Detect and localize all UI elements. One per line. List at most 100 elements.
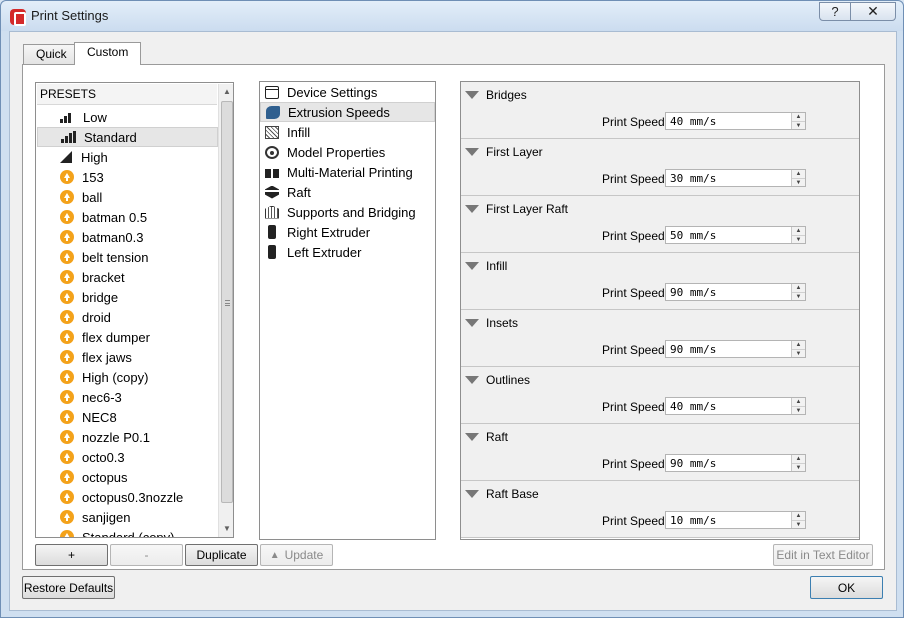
preset-item[interactable]: ball xyxy=(37,187,218,207)
print-speed-value[interactable]: 30 mm/s xyxy=(670,172,716,185)
spin-buttons[interactable]: ▲ ▼ xyxy=(791,455,805,471)
spin-up-icon[interactable]: ▲ xyxy=(792,398,805,406)
spin-up-icon[interactable]: ▲ xyxy=(792,512,805,520)
spin-buttons[interactable]: ▲ ▼ xyxy=(791,113,805,129)
spin-buttons[interactable]: ▲ ▼ xyxy=(791,512,805,528)
print-speed-spinbox[interactable]: 90 mm/s ▲ ▼ xyxy=(665,283,806,301)
section-header[interactable]: Bridges xyxy=(465,88,527,102)
print-speed-spinbox[interactable]: 90 mm/s ▲ ▼ xyxy=(665,454,806,472)
scroll-up-arrow-icon[interactable]: ▲ xyxy=(219,84,233,100)
spin-buttons[interactable]: ▲ ▼ xyxy=(791,341,805,357)
add-preset-button[interactable]: + xyxy=(35,544,108,566)
spin-up-icon[interactable]: ▲ xyxy=(792,170,805,178)
preset-item[interactable]: batman0.3 xyxy=(37,227,218,247)
spin-up-icon[interactable]: ▲ xyxy=(792,455,805,463)
category-item[interactable]: Raft xyxy=(260,182,435,202)
collapse-caret-icon[interactable] xyxy=(465,91,479,99)
scroll-thumb[interactable] xyxy=(221,101,233,503)
spin-up-icon[interactable]: ▲ xyxy=(792,113,805,121)
spin-buttons[interactable]: ▲ ▼ xyxy=(791,170,805,186)
preset-item[interactable]: octopus0.3nozzle xyxy=(37,487,218,507)
preset-item[interactable]: bridge xyxy=(37,287,218,307)
print-speed-spinbox[interactable]: 40 mm/s ▲ ▼ xyxy=(665,397,806,415)
print-speed-value[interactable]: 40 mm/s xyxy=(670,400,716,413)
print-speed-spinbox[interactable]: 30 mm/s ▲ ▼ xyxy=(665,169,806,187)
preset-item[interactable]: flex jaws xyxy=(37,347,218,367)
print-speed-value[interactable]: 10 mm/s xyxy=(670,514,716,527)
print-speed-value[interactable]: 90 mm/s xyxy=(670,457,716,470)
duplicate-preset-button[interactable]: Duplicate xyxy=(185,544,258,566)
remove-preset-button[interactable]: - xyxy=(110,544,183,566)
collapse-caret-icon[interactable] xyxy=(465,319,479,327)
preset-item[interactable]: bracket xyxy=(37,267,218,287)
spin-down-icon[interactable]: ▼ xyxy=(792,235,805,243)
collapse-caret-icon[interactable] xyxy=(465,433,479,441)
scroll-down-arrow-icon[interactable]: ▼ xyxy=(219,521,233,537)
collapse-caret-icon[interactable] xyxy=(465,490,479,498)
preset-item[interactable]: nozzle P0.1 xyxy=(37,427,218,447)
preset-item[interactable]: High xyxy=(37,147,218,167)
preset-item[interactable]: nec6-3 xyxy=(37,387,218,407)
presets-scrollbar[interactable]: ▲ ▼ xyxy=(218,84,233,537)
close-button[interactable]: ✕ xyxy=(850,2,896,21)
preset-item[interactable]: flex dumper xyxy=(37,327,218,347)
preset-item[interactable]: Standard (copy) xyxy=(37,527,218,537)
category-item[interactable]: Right Extruder xyxy=(260,222,435,242)
section-header[interactable]: Outlines xyxy=(465,373,530,387)
preset-item[interactable]: High (copy) xyxy=(37,367,218,387)
preset-item[interactable]: sanjigen xyxy=(37,507,218,527)
preset-item[interactable]: Standard xyxy=(37,127,218,147)
collapse-caret-icon[interactable] xyxy=(465,376,479,384)
preset-item[interactable]: octopus xyxy=(37,467,218,487)
help-button[interactable]: ? xyxy=(819,2,851,21)
section-header[interactable]: Raft xyxy=(465,430,508,444)
spin-down-icon[interactable]: ▼ xyxy=(792,292,805,300)
section-header[interactable]: Insets xyxy=(465,316,518,330)
category-item[interactable]: Multi-Material Printing xyxy=(260,162,435,182)
spin-down-icon[interactable]: ▼ xyxy=(792,406,805,414)
collapse-caret-icon[interactable] xyxy=(465,262,479,270)
ok-button[interactable]: OK xyxy=(810,576,883,599)
spin-down-icon[interactable]: ▼ xyxy=(792,178,805,186)
category-item[interactable]: Extrusion Speeds xyxy=(260,102,435,122)
tab-custom[interactable]: Custom xyxy=(74,42,142,65)
spin-buttons[interactable]: ▲ ▼ xyxy=(791,227,805,243)
tab-quick[interactable]: Quick xyxy=(23,44,80,64)
category-item[interactable]: Left Extruder xyxy=(260,242,435,262)
print-speed-value[interactable]: 90 mm/s xyxy=(670,286,716,299)
print-speed-value[interactable]: 40 mm/s xyxy=(670,115,716,128)
category-item[interactable]: Supports and Bridging xyxy=(260,202,435,222)
spin-buttons[interactable]: ▲ ▼ xyxy=(791,284,805,300)
print-speed-value[interactable]: 50 mm/s xyxy=(670,229,716,242)
section-header[interactable]: First Layer xyxy=(465,145,543,159)
section-header[interactable]: Infill xyxy=(465,259,507,273)
spin-down-icon[interactable]: ▼ xyxy=(792,520,805,528)
preset-item[interactable]: NEC8 xyxy=(37,407,218,427)
print-speed-spinbox[interactable]: 10 mm/s ▲ ▼ xyxy=(665,511,806,529)
spin-up-icon[interactable]: ▲ xyxy=(792,284,805,292)
spin-up-icon[interactable]: ▲ xyxy=(792,227,805,235)
restore-defaults-button[interactable]: Restore Defaults xyxy=(22,576,115,599)
spin-up-icon[interactable]: ▲ xyxy=(792,341,805,349)
spin-down-icon[interactable]: ▼ xyxy=(792,349,805,357)
category-item[interactable]: Infill xyxy=(260,122,435,142)
category-item[interactable]: Device Settings xyxy=(260,82,435,102)
print-speed-spinbox[interactable]: 90 mm/s ▲ ▼ xyxy=(665,340,806,358)
preset-item[interactable]: belt tension xyxy=(37,247,218,267)
preset-item[interactable]: droid xyxy=(37,307,218,327)
preset-item[interactable]: octo0.3 xyxy=(37,447,218,467)
preset-item[interactable]: 153 xyxy=(37,167,218,187)
spin-buttons[interactable]: ▲ ▼ xyxy=(791,398,805,414)
print-speed-spinbox[interactable]: 50 mm/s ▲ ▼ xyxy=(665,226,806,244)
edit-in-text-editor-button[interactable]: Edit in Text Editor xyxy=(773,544,873,566)
collapse-caret-icon[interactable] xyxy=(465,205,479,213)
section-header[interactable]: Raft Base xyxy=(465,487,539,501)
collapse-caret-icon[interactable] xyxy=(465,148,479,156)
section-header[interactable]: First Layer Raft xyxy=(465,202,568,216)
update-preset-button[interactable]: ▲ Update xyxy=(260,544,333,566)
print-speed-value[interactable]: 90 mm/s xyxy=(670,343,716,356)
spin-down-icon[interactable]: ▼ xyxy=(792,463,805,471)
title-bar[interactable]: Print Settings ? ✕ xyxy=(1,1,903,31)
preset-item[interactable]: Low xyxy=(37,107,218,127)
category-item[interactable]: Model Properties xyxy=(260,142,435,162)
